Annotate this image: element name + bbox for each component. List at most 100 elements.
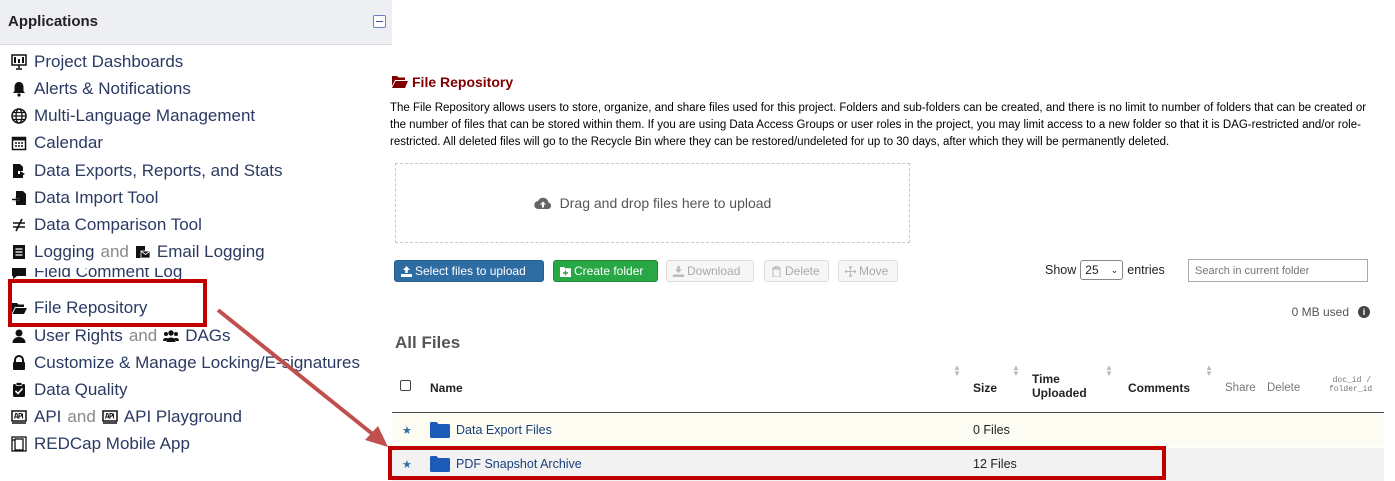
applications-title: Applications (8, 13, 99, 30)
info-icon[interactable]: i (1358, 306, 1370, 318)
entries-value: 25 (1085, 263, 1099, 277)
download-icon (673, 265, 684, 277)
column-size[interactable]: Size (973, 381, 997, 395)
app-data-import[interactable]: Data Import Tool (10, 186, 158, 210)
logging-link[interactable]: Logging (34, 242, 95, 262)
and-text: and (100, 242, 129, 261)
export-icon (10, 162, 28, 180)
api-link[interactable]: API (34, 407, 61, 427)
app-locking[interactable]: Customize & Manage Locking/E-signatures (10, 351, 392, 375)
create-folder-button[interactable]: Create folder (553, 260, 658, 282)
entries-select[interactable]: 25 ⌄ (1080, 260, 1124, 280)
mobile-icon (10, 435, 28, 453)
page-title: File Repository (392, 74, 513, 90)
select-files-label: Select files to upload (415, 264, 526, 278)
download-button[interactable]: Download (666, 260, 754, 282)
app-label: Data Exports, Reports, and Stats (34, 161, 283, 180)
download-label: Download (687, 264, 741, 278)
app-label: Data Comparison Tool (34, 215, 202, 234)
app-alerts-notifications[interactable]: Alerts & Notifications (10, 77, 191, 101)
move-button[interactable]: Move (838, 260, 898, 282)
app-label: Customize & Manage Locking/E-signatures (34, 353, 360, 372)
star-icon[interactable]: ★ (402, 424, 413, 437)
column-share: Share (1225, 382, 1256, 394)
folder-name-link[interactable]: Data Export Files (456, 423, 552, 437)
app-label: Project Dashboards (34, 52, 184, 71)
users-icon (163, 327, 181, 345)
chevron-down-icon: ⌄ (1110, 264, 1119, 275)
sort-icon[interactable]: ▲ ▼ (953, 364, 961, 378)
move-label: Move (859, 264, 889, 278)
api-playground-link[interactable]: API Playground (124, 407, 242, 427)
dropzone-text: Drag and drop files here to upload (559, 195, 772, 211)
app-data-comparison[interactable]: Data Comparison Tool (10, 213, 202, 237)
cloud-upload-icon (533, 197, 551, 210)
table-header: Name ▲ ▼ Size ▲ ▼ Time Uploaded ▲ ▼ Comment… (392, 362, 1384, 413)
app-logging[interactable]: Logging and Email Logging (10, 240, 265, 264)
dashboard-icon (10, 53, 28, 71)
folder-open-icon (392, 76, 408, 88)
create-folder-label: Create folder (574, 264, 644, 278)
calendar-icon (10, 134, 28, 152)
folder-icon (430, 422, 450, 438)
email-log-icon (135, 243, 153, 261)
upload-dropzone[interactable]: Drag and drop files here to upload (395, 163, 910, 243)
not-equal-icon (10, 216, 28, 234)
storage-used-text: 0 MB used (1291, 305, 1349, 319)
show-label: Show (1045, 263, 1077, 277)
upload-icon (401, 265, 412, 277)
column-name[interactable]: Name (430, 381, 463, 395)
app-multi-language[interactable]: Multi-Language Management (10, 104, 255, 128)
applications-panel: Applications Project Dashboards Alerts &… (0, 0, 392, 476)
trash-icon (772, 265, 781, 277)
import-icon (10, 189, 28, 207)
delete-button[interactable]: Delete (764, 260, 829, 282)
applications-header: Applications (0, 0, 392, 45)
search-input[interactable] (1188, 259, 1368, 282)
user-rights-link[interactable]: User Rights (34, 326, 123, 346)
column-delete: Delete (1267, 382, 1301, 394)
app-data-quality[interactable]: Data Quality (10, 378, 128, 402)
app-calendar[interactable]: Calendar (10, 131, 103, 155)
lock-icon (10, 354, 28, 372)
app-label: Multi-Language Management (34, 106, 256, 125)
section-title: All Files (395, 333, 461, 352)
column-time-uploaded[interactable]: Time Uploaded (1032, 372, 1092, 400)
sort-icon[interactable]: ▲ ▼ (1012, 364, 1020, 378)
select-all-checkbox[interactable] (400, 380, 411, 391)
collapse-button[interactable] (373, 15, 386, 28)
file-repository-panel: File Repository The File Repository allo… (390, 0, 1395, 481)
select-files-button[interactable]: Select files to upload (394, 260, 544, 282)
app-label: REDCap Mobile App (34, 434, 190, 453)
dags-link[interactable]: DAGs (185, 326, 230, 346)
delete-label: Delete (785, 264, 820, 278)
page-description: The File Repository allows users to stor… (390, 102, 1367, 148)
globe-icon (10, 107, 28, 125)
list-icon (10, 243, 28, 261)
app-label: Data Import Tool (34, 188, 159, 207)
clipboard-check-icon (10, 381, 28, 399)
app-api[interactable]: API and API Playground (10, 405, 242, 429)
sort-icon[interactable]: ▲ ▼ (1105, 364, 1113, 378)
app-label: Alerts & Notifications (34, 79, 191, 98)
sort-icon[interactable]: ▲ ▼ (1205, 364, 1213, 378)
move-icon (845, 265, 856, 277)
column-doc-id: doc_id / folder_id (1329, 376, 1373, 394)
entries-label: entries (1127, 263, 1165, 277)
column-comments[interactable]: Comments (1128, 381, 1190, 395)
folder-plus-icon (560, 266, 571, 277)
storage-used: 0 MB used i (1292, 305, 1370, 319)
highlight-pdf-snapshot-row (388, 446, 1166, 480)
table-row[interactable]: ★ Data Export Files 0 Files (392, 414, 1384, 447)
app-data-exports[interactable]: Data Exports, Reports, and Stats (10, 159, 283, 183)
app-project-dashboards[interactable]: Project Dashboards (10, 50, 183, 74)
app-user-rights[interactable]: User Rights and DAGs (10, 324, 231, 348)
api-icon (102, 408, 120, 426)
page-length-control: Show 25 ⌄ entries (1045, 260, 1165, 280)
page-title-text: File Repository (412, 74, 514, 90)
and-text: and (67, 407, 96, 426)
email-logging-link[interactable]: Email Logging (157, 242, 265, 262)
app-mobile[interactable]: REDCap Mobile App (10, 432, 190, 456)
app-label: Data Quality (34, 380, 128, 399)
bell-icon (10, 80, 28, 98)
